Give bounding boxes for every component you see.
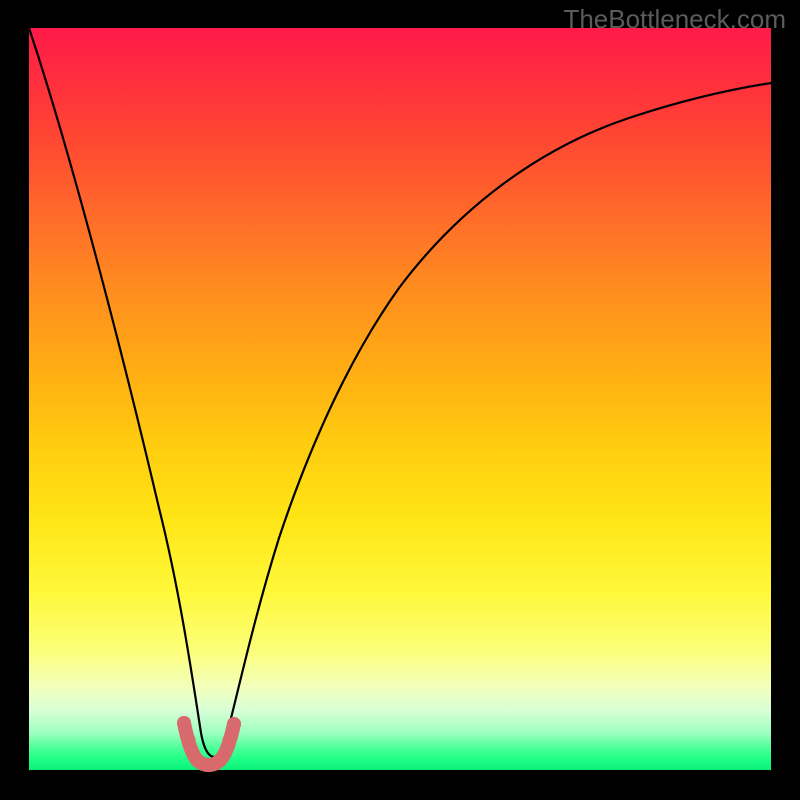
watermark-text: TheBottleneck.com xyxy=(563,4,786,35)
curve-layer xyxy=(29,28,771,770)
marker-dot xyxy=(177,716,191,730)
marker-dot xyxy=(223,734,236,747)
bottleneck-curve xyxy=(29,28,771,757)
marker-dot xyxy=(183,734,196,747)
chart-frame: TheBottleneck.com xyxy=(0,0,800,800)
plot-area xyxy=(29,28,771,770)
marker-dot xyxy=(227,717,241,731)
